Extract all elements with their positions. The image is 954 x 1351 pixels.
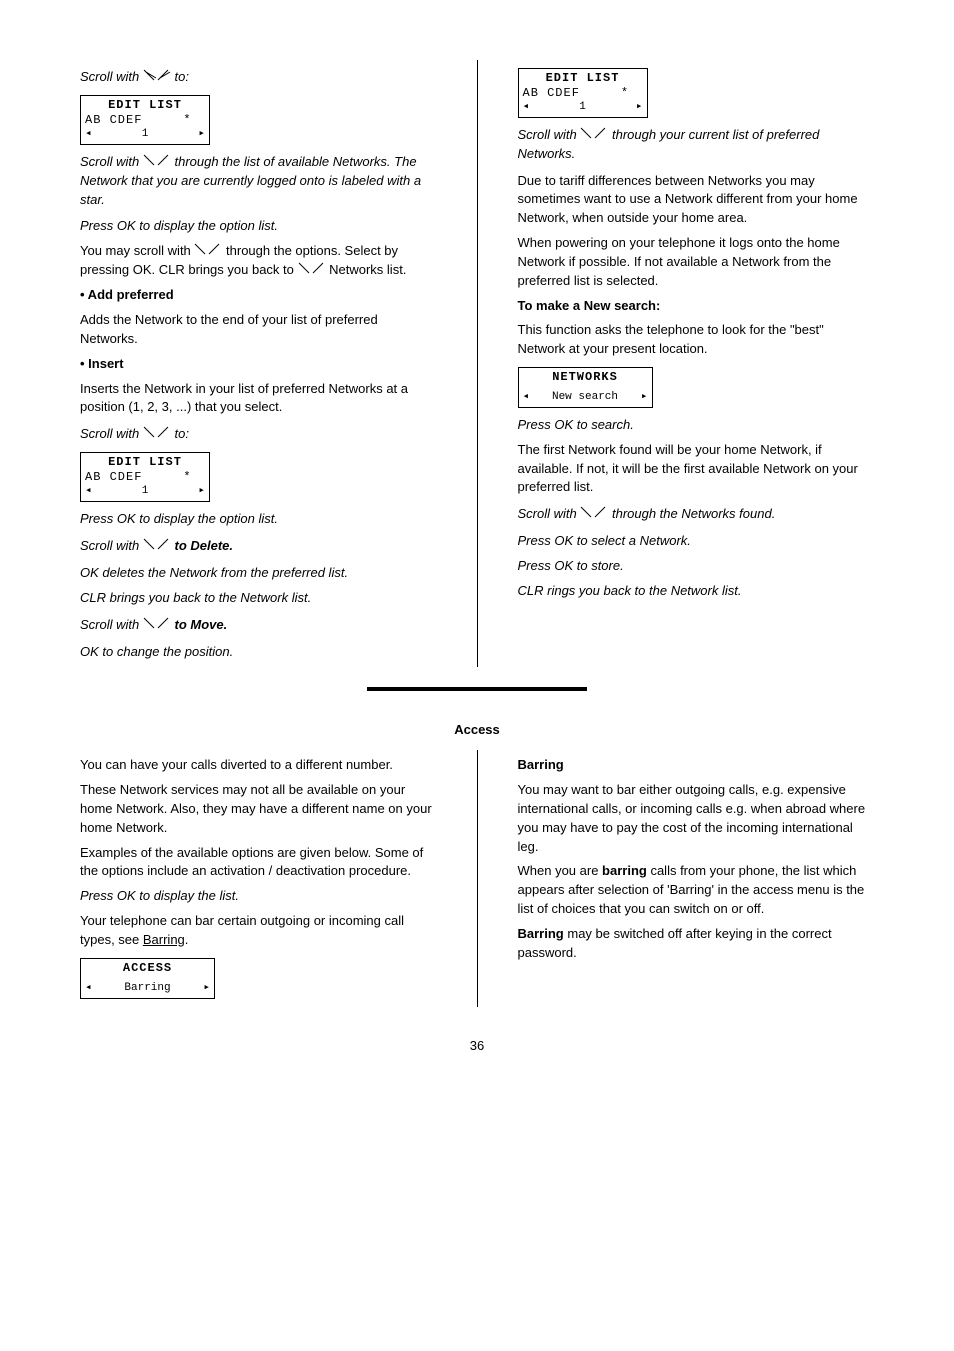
access-p1: You can have your calls diverted to a di… [80,756,437,775]
access-p3: Examples of the available options are gi… [80,844,437,882]
lcd-line3: ◂ 1 ▸ [523,101,643,115]
press-ok-select: Press OK to select a Network. [518,532,875,551]
scroll-arrows-icon [194,242,222,261]
access-p4: Your telephone can bar certain outgoing … [80,912,437,950]
new-search-heading: To make a New search: [518,297,875,316]
scroll-instruction: Scroll with to: [80,68,437,87]
scroll-arrows-icon [580,126,608,145]
scroll-arrows-icon [143,537,171,556]
scroll-instruction: Scroll with to Delete. [80,537,437,556]
right-column-1: EDIT LIST AB CDEF * ◂ 1 ▸ Scroll with th… [518,60,875,667]
lcd-line2: AB CDEF * [85,470,205,485]
lcd-access: ACCESS ◂ Barring ▸ [80,958,215,999]
left-arrow-icon: ◂ [85,982,92,996]
left-arrow-icon: ◂ [85,128,92,142]
right-column-2: Barring You may want to bar either outgo… [518,750,875,1006]
insert-heading: • Insert [80,355,437,374]
upper-columns: Scroll with to: EDIT LIST AB CDEF * ◂ 1 … [80,60,874,667]
lcd-edit-list-1: EDIT LIST AB CDEF * ◂ 1 ▸ [80,95,210,145]
new-search-body: This function asks the telephone to look… [518,321,875,359]
lcd-title: EDIT LIST [85,455,205,470]
column-divider [477,750,478,1006]
clr-back: CLR brings you back to the Network list. [80,589,437,608]
page-number: 36 [80,1037,874,1056]
note-poweron: When powering on your telephone it logs … [518,234,875,291]
lcd-edit-list-3: EDIT LIST AB CDEF * ◂ 1 ▸ [518,68,648,118]
scroll-arrows-icon [143,68,171,87]
press-ok-search: Press OK to search. [518,416,875,435]
column-divider [477,60,478,667]
barring-2: When you are barring calls from your pho… [518,862,875,919]
right-arrow-icon: ▸ [198,128,205,142]
press-ok-list: Press OK to display the list. [80,887,437,906]
left-arrow-icon: ◂ [85,485,92,499]
found-network: The first Network found will be your hom… [518,441,875,498]
barring-1: You may want to bar either outgoing call… [518,781,875,856]
lower-columns: You can have your calls diverted to a di… [80,750,874,1006]
lcd-networks: NETWORKS ◂ New search ▸ [518,367,653,408]
lcd-line2: ◂ Barring ▸ [85,982,210,996]
scroll-arrows-icon [143,616,171,635]
lcd-line3: ◂ 1 ▸ [85,128,205,142]
lcd-title: NETWORKS [523,370,648,385]
press-ok: Press OK to display the option list. [80,217,437,236]
lcd-title: EDIT LIST [85,98,205,113]
scroll-arrows-icon [143,153,171,172]
lcd-edit-list-2: EDIT LIST AB CDEF * ◂ 1 ▸ [80,452,210,502]
scroll-arrows-icon [143,425,171,444]
right-arrow-icon: ▸ [203,982,210,996]
scroll-instruction: Scroll with to: [80,425,437,444]
right-arrow-icon: ▸ [636,101,643,115]
scroll-instruction: Scroll with through the list of availabl… [80,153,437,210]
left-column-2: You can have your calls diverted to a di… [80,750,437,1006]
access-p2: These Network services may not all be av… [80,781,437,838]
note-tariff: Due to tariff differences between Networ… [518,172,875,229]
lcd-line3: ◂ 1 ▸ [85,485,205,499]
ok-move: OK to change the position. [80,643,437,662]
ok-delete: OK deletes the Network from the preferre… [80,564,437,583]
section-divider [367,687,587,691]
left-column-1: Scroll with to: EDIT LIST AB CDEF * ◂ 1 … [80,60,437,667]
barring-heading: Barring [518,756,875,775]
right-arrow-icon: ▸ [198,485,205,499]
lcd-line2: AB CDEF * [523,86,643,101]
scroll-instruction: Scroll with through your current list of… [518,126,875,164]
press-ok-store: Press OK to store. [518,557,875,576]
insert-body: Inserts the Network in your list of pref… [80,380,437,418]
lcd-title: EDIT LIST [523,71,643,86]
scroll-arrows-icon [298,261,326,280]
access-title: Access [80,721,874,740]
barring-3: Barring may be switched off after keying… [518,925,875,963]
add-preferred-body: Adds the Network to the end of your list… [80,311,437,349]
clr-back: CLR rings you back to the Network list. [518,582,875,601]
right-arrow-icon: ▸ [641,391,648,405]
scroll-instruction: Scroll with through the Networks found. [518,505,875,524]
lcd-line2: AB CDEF * [85,113,205,128]
scroll-arrows-icon [580,505,608,524]
scroll-instruction: Scroll with to Move. [80,616,437,635]
lcd-title: ACCESS [85,961,210,976]
left-arrow-icon: ◂ [523,101,530,115]
add-preferred-heading: • Add preferred [80,286,437,305]
option-scroll-line: You may scroll with through the options.… [80,242,437,280]
left-arrow-icon: ◂ [523,391,530,405]
lcd-line2: ◂ New search ▸ [523,391,648,405]
press-ok: Press OK to display the option list. [80,510,437,529]
